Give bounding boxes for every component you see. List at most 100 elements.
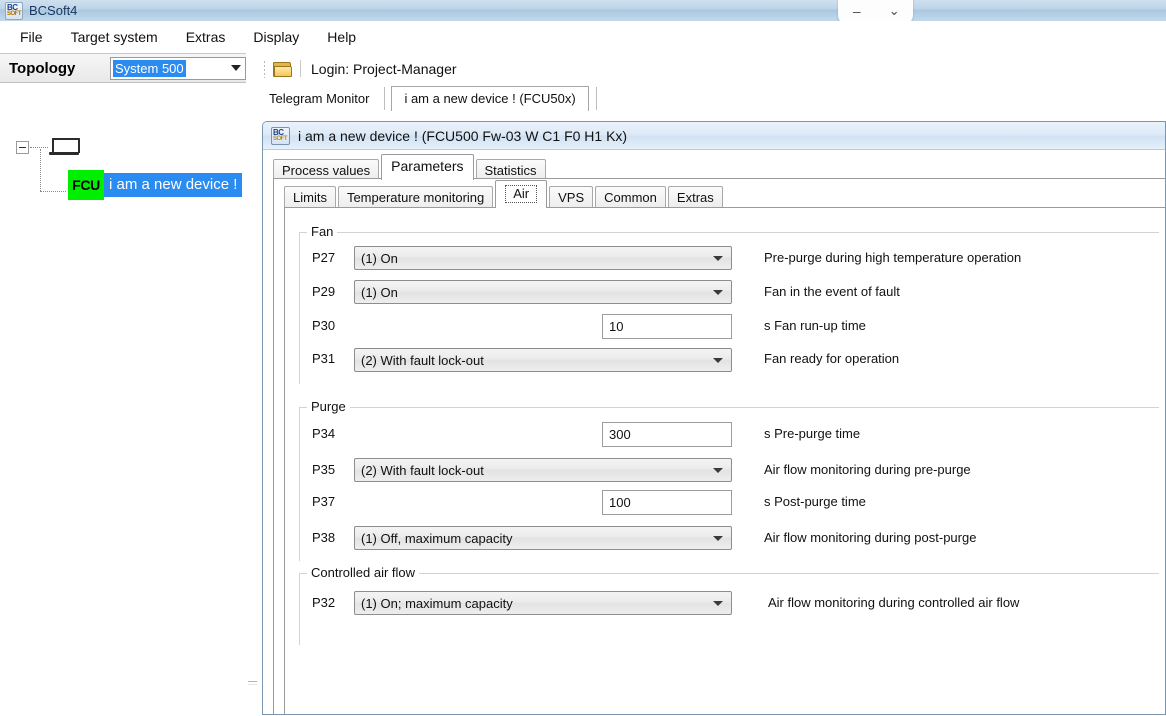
group-fan: Fan P27 (1) On Pre-purge during high tem… xyxy=(299,224,1159,384)
subtab-vps[interactable]: VPS xyxy=(549,186,594,209)
subtab-common[interactable]: Common xyxy=(595,186,666,209)
resize-grip[interactable] xyxy=(248,681,257,685)
param-combo-p35[interactable]: (2) With fault lock-out xyxy=(354,458,732,482)
main-area: Login: Project-Manager Telegram Monitor … xyxy=(260,53,1166,715)
computer-icon xyxy=(49,138,80,156)
param-input-p30[interactable]: 10 xyxy=(602,314,732,339)
param-code-p35: P35 xyxy=(312,462,336,477)
chevron-down-icon xyxy=(713,358,723,363)
param-desc-p27: Pre-purge during high temperature operat… xyxy=(764,250,1022,265)
param-combo-p32[interactable]: (1) On; maximum capacity xyxy=(354,591,732,615)
param-code-p38: P38 xyxy=(312,530,336,545)
topology-header: Topology System 500 xyxy=(0,54,246,83)
chevron-down-icon xyxy=(231,65,241,71)
tree-connector xyxy=(30,146,48,148)
param-input-p34[interactable]: 300 xyxy=(602,422,732,447)
menu-item-target-system[interactable]: Target system xyxy=(57,26,172,48)
param-combo-p27[interactable]: (1) On xyxy=(354,246,732,270)
chevron-down-icon xyxy=(713,536,723,541)
login-label: Login: Project-Manager xyxy=(311,60,457,77)
param-code-p32: P32 xyxy=(312,595,336,610)
device-window-titlebar: BC SOFT i am a new device ! (FCU500 Fw-03… xyxy=(263,122,1165,150)
air-settings-panel: Fan P27 (1) On Pre-purge during high tem… xyxy=(284,207,1165,714)
param-combo-p31[interactable]: (2) With fault lock-out xyxy=(354,348,732,372)
menu-bar: File Target system Extras Display Help xyxy=(0,21,1166,54)
title-bar: BC SOFT BCSoft4 xyxy=(0,0,1166,21)
param-combo-p35-value: (2) With fault lock-out xyxy=(361,462,484,478)
group-controlled-air-flow: Controlled air flow P32 (1) On; maximum … xyxy=(299,565,1159,645)
tab-divider xyxy=(595,87,597,110)
subtab-air-label: Air xyxy=(505,185,538,203)
system-select-value: System 500 xyxy=(113,60,186,77)
chevron-down-icon xyxy=(713,468,723,473)
param-code-p31: P31 xyxy=(312,351,336,366)
menu-item-file[interactable]: File xyxy=(6,26,57,48)
param-combo-p38[interactable]: (1) Off, maximum capacity xyxy=(354,526,732,550)
param-code-p37: P37 xyxy=(312,494,336,509)
system-select[interactable]: System 500 xyxy=(110,57,246,80)
tab-divider xyxy=(384,87,386,110)
param-combo-p27-value: (1) On xyxy=(361,250,398,266)
tree-connector xyxy=(40,149,66,203)
param-combo-p29[interactable]: (1) On xyxy=(354,280,732,304)
window-title: BCSoft4 xyxy=(29,3,78,18)
tree-device-label[interactable]: i am a new device ! xyxy=(104,173,243,197)
topology-title: Topology xyxy=(9,59,76,77)
param-input-p34-value: 300 xyxy=(609,427,631,442)
toolbar-drag-handle[interactable] xyxy=(263,59,267,78)
param-combo-p32-value: (1) On; maximum capacity xyxy=(361,595,513,611)
chevron-down-icon[interactable]: ⌄ xyxy=(881,3,907,19)
param-desc-p37: s Post-purge time xyxy=(764,494,866,509)
subtab-limits[interactable]: Limits xyxy=(284,186,336,209)
group-controlled-air-flow-label: Controlled air flow xyxy=(307,565,420,580)
group-purge: Purge P34 300 s Pre-purge time P35 (2) W… xyxy=(299,399,1159,561)
document-tabstrip: Telegram Monitor i am a new device ! (FC… xyxy=(260,84,1166,111)
param-input-p37[interactable]: 100 xyxy=(602,490,732,515)
subtab-temperature-monitoring[interactable]: Temperature monitoring xyxy=(337,186,494,209)
param-input-p37-value: 100 xyxy=(609,495,631,510)
group-fan-label: Fan xyxy=(307,224,338,239)
param-desc-p31: Fan ready for operation xyxy=(764,351,900,366)
param-code-p27: P27 xyxy=(312,250,336,265)
group-purge-label: Purge xyxy=(307,399,350,414)
fcu-badge-icon: FCU xyxy=(68,170,104,200)
param-desc-p29: Fan in the event of fault xyxy=(764,284,900,299)
param-desc-p32: Air flow monitoring during controlled ai… xyxy=(768,595,1020,610)
param-desc-p34: s Pre-purge time xyxy=(764,426,861,441)
param-desc-p30: s Fan run-up time xyxy=(764,318,866,333)
parameter-tabs: Process values Parameters Statistics xyxy=(273,154,1165,182)
chevron-down-icon xyxy=(713,256,723,261)
param-desc-p38: Air flow monitoring during post-purge xyxy=(764,530,977,545)
parameter-subtabs: Limits Temperature monitoring Air VPS Co… xyxy=(284,180,1165,209)
param-desc-p35: Air flow monitoring during pre-purge xyxy=(764,462,971,477)
bcsoft-logo-icon: BC SOFT xyxy=(271,126,290,145)
param-input-p30-value: 10 xyxy=(609,319,624,334)
open-folder-icon[interactable] xyxy=(273,61,292,77)
tree-device-node[interactable]: FCU i am a new device ! xyxy=(40,149,243,203)
menu-item-help[interactable]: Help xyxy=(313,26,370,48)
tree-root-node[interactable] xyxy=(16,138,80,156)
menu-item-display[interactable]: Display xyxy=(239,26,313,48)
toolbar-divider xyxy=(300,60,301,77)
param-code-p30: P30 xyxy=(312,318,336,333)
device-window-title: i am a new device ! (FCU500 Fw-03 W C1 F… xyxy=(298,127,628,144)
device-document-window: BC SOFT i am a new device ! (FCU500 Fw-03… xyxy=(262,121,1166,715)
panel-splitter[interactable] xyxy=(246,53,260,715)
collapse-toggle[interactable] xyxy=(16,140,29,154)
subtab-air[interactable]: Air xyxy=(495,180,548,208)
topology-panel: Topology System 500 FCU i am a new devic… xyxy=(0,53,246,716)
tab-telegram-monitor[interactable]: Telegram Monitor xyxy=(260,88,378,111)
bcsoft-logo-icon: BC SOFT xyxy=(5,1,23,20)
param-combo-p29-value: (1) On xyxy=(361,284,398,300)
chevron-down-icon xyxy=(713,601,723,606)
param-combo-p38-value: (1) Off, maximum capacity xyxy=(361,530,513,546)
menu-item-extras[interactable]: Extras xyxy=(172,26,240,48)
param-combo-p31-value: (2) With fault lock-out xyxy=(361,352,484,368)
tab-device-active[interactable]: i am a new device ! (FCU50x) xyxy=(391,86,589,111)
tab-parameters[interactable]: Parameters xyxy=(381,154,474,180)
subtab-extras[interactable]: Extras xyxy=(667,186,723,209)
parameters-panel: Limits Temperature monitoring Air VPS Co… xyxy=(273,178,1165,714)
minimize-button[interactable]: – xyxy=(844,3,870,19)
toolbar: Login: Project-Manager xyxy=(260,53,1166,84)
param-code-p29: P29 xyxy=(312,284,336,299)
